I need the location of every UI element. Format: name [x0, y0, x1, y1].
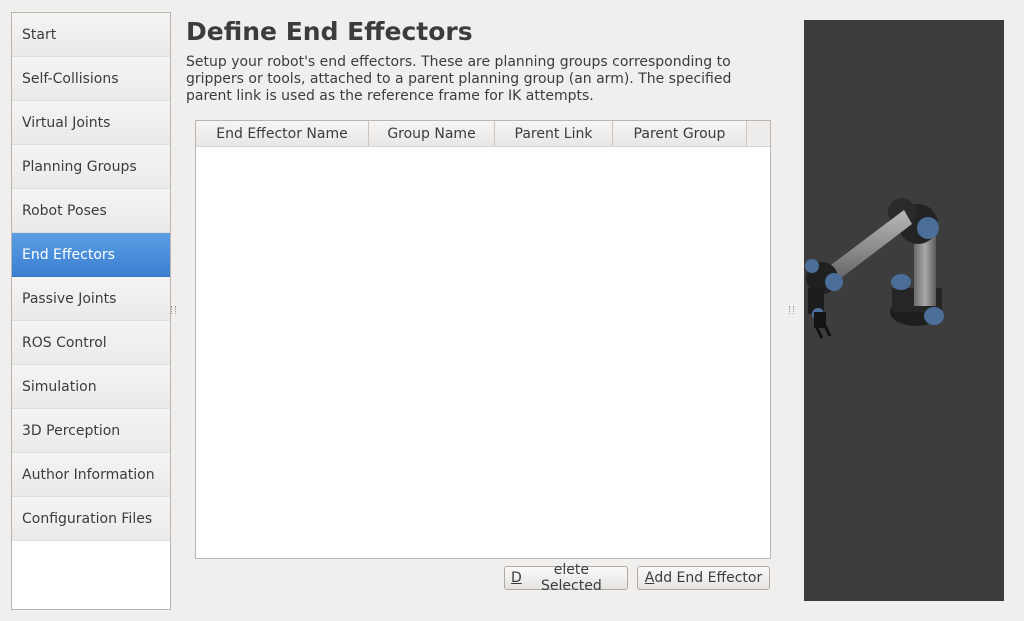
add-end-effector-button[interactable]: Add End Effector — [637, 566, 770, 590]
page-description: Setup your robot's end effectors. These … — [186, 54, 732, 104]
sidebar-item-start[interactable]: Start — [12, 13, 170, 57]
sidebar-item-label: Simulation — [22, 378, 97, 395]
sidebar-item-label: Configuration Files — [22, 510, 153, 527]
sidebar-item-label: Passive Joints — [22, 290, 117, 307]
sidebar-item-label: ROS Control — [22, 334, 107, 351]
button-label: elete Selected — [541, 562, 602, 594]
column-header-parent-link[interactable]: Parent Link — [495, 121, 613, 146]
sidebar-item-self-collisions[interactable]: Self-Collisions — [12, 57, 170, 101]
sidebar-item-author-information[interactable]: Author Information — [12, 453, 170, 497]
sidebar-item-planning-groups[interactable]: Planning Groups — [12, 145, 170, 189]
splitter-handle-left[interactable] — [171, 306, 176, 314]
header-filler — [747, 121, 770, 146]
sidebar-item-label: Robot Poses — [22, 202, 107, 219]
sidebar-item-label: End Effectors — [22, 246, 115, 263]
robot-3d-viewer[interactable] — [804, 20, 1004, 601]
sidebar-item-label: Start — [22, 26, 57, 43]
sidebar-item-virtual-joints[interactable]: Virtual Joints — [12, 101, 170, 145]
delete-selected-button[interactable]: Delete Selected — [504, 562, 628, 594]
sidebar-item-configuration-files[interactable]: Configuration Files — [12, 497, 170, 541]
sidebar-item-label: Planning Groups — [22, 158, 137, 175]
mnemonic-letter: A — [644, 570, 655, 586]
sidebar-item-3d-perception[interactable]: 3D Perception — [12, 409, 170, 453]
sidebar-nav: Start Self-Collisions Virtual Joints Pla… — [11, 12, 171, 610]
column-header-parent-group[interactable]: Parent Group — [613, 121, 747, 146]
robot-arm-model — [805, 198, 944, 339]
sidebar-item-label: Virtual Joints — [22, 114, 111, 131]
page-title: Define End Effectors — [186, 17, 473, 46]
button-label: dd End Effector — [654, 570, 763, 586]
sidebar-item-simulation[interactable]: Simulation — [12, 365, 170, 409]
end-effectors-table[interactable]: End Effector Name Group Name Parent Link… — [195, 120, 771, 559]
sidebar-item-label: 3D Perception — [22, 422, 121, 439]
sidebar-item-label: Author Information — [22, 466, 155, 483]
sidebar-item-passive-joints[interactable]: Passive Joints — [12, 277, 170, 321]
table-header: End Effector Name Group Name Parent Link… — [196, 121, 770, 147]
column-header-group-name[interactable]: Group Name — [369, 121, 495, 146]
sidebar-item-robot-poses[interactable]: Robot Poses — [12, 189, 170, 233]
column-header-end-effector-name[interactable]: End Effector Name — [196, 121, 369, 146]
splitter-handle-right[interactable] — [789, 306, 794, 314]
sidebar-item-label: Self-Collisions — [22, 70, 119, 87]
sidebar-item-ros-control[interactable]: ROS Control — [12, 321, 170, 365]
sidebar-item-end-effectors[interactable]: End Effectors — [12, 233, 170, 277]
mnemonic-letter: D — [511, 570, 522, 586]
